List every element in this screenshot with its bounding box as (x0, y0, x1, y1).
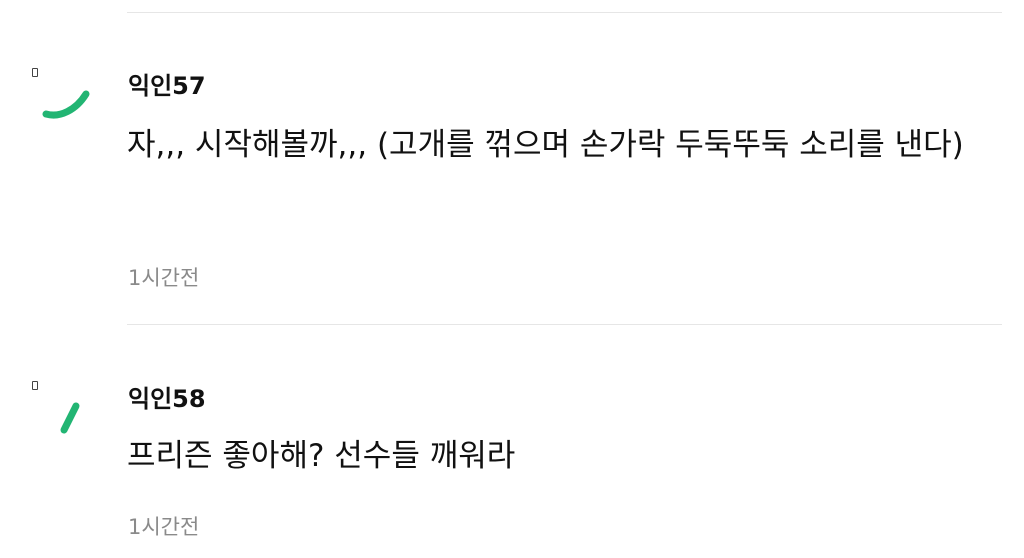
avatar-slash-icon (60, 402, 80, 434)
comment-author[interactable]: 익인58 (128, 379, 206, 414)
reply-marker-icon (32, 68, 38, 77)
comment-timestamp: 1시간전 (128, 515, 200, 539)
comment-text: 프리즌 좋아해? 선수들 깨워라 (127, 438, 516, 474)
reply-marker-icon (32, 381, 38, 390)
comment-text: 자,,, 시작해볼까,,, (고개를 꺾으며 손가락 두둑뚜둑 소리를 낸다) (127, 127, 964, 163)
comment-author[interactable]: 익인57 (128, 66, 206, 101)
comment-timestamp: 1시간전 (128, 266, 200, 290)
avatar-arc-icon (42, 90, 90, 119)
divider-middle (127, 324, 1002, 325)
divider-top (127, 12, 1002, 13)
